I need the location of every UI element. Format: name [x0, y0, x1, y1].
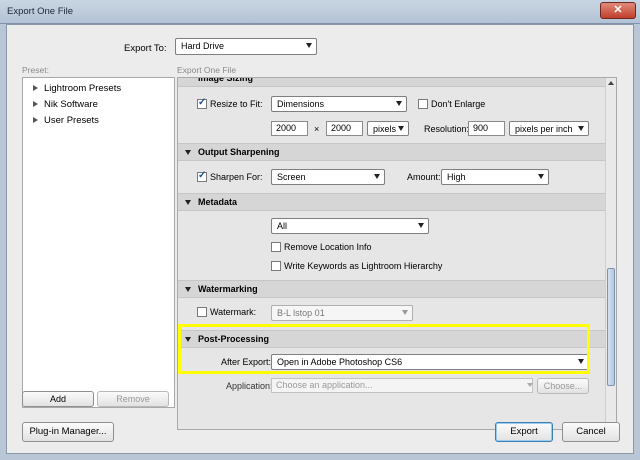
- size-unit-dropdown[interactable]: pixels: [367, 121, 409, 136]
- preset-folder-label: Nik Software: [44, 99, 98, 110]
- watermark-label: Watermark:: [210, 307, 257, 317]
- section-title: Metadata: [198, 197, 238, 207]
- export-settings-panel[interactable]: Image Sizing Resize to Fit: Dimensions D…: [177, 77, 617, 430]
- section-title: Image Sizing: [198, 77, 254, 83]
- export-to-value: Hard Drive: [181, 41, 225, 51]
- watermark-value: B-L lstop 01: [277, 308, 325, 318]
- cancel-button[interactable]: Cancel: [562, 422, 620, 442]
- application-label: Application:: [226, 381, 273, 391]
- preset-list: Lightroom Presets Nik Software User Pres…: [22, 77, 175, 408]
- expand-triangle-icon[interactable]: [33, 117, 38, 123]
- resize-to-fit-label: Resize to Fit:: [210, 99, 263, 109]
- export-button[interactable]: Export: [495, 422, 553, 442]
- preset-folder-user[interactable]: User Presets: [33, 115, 99, 126]
- choose-application-button[interactable]: Choose...: [537, 378, 589, 394]
- chevron-down-icon: [527, 383, 533, 387]
- sharpen-for-value: Screen: [277, 172, 306, 182]
- remove-preset-button[interactable]: Remove: [97, 391, 169, 407]
- width-input[interactable]: 2000: [271, 121, 308, 136]
- section-header-output-sharpening[interactable]: Output Sharpening: [178, 143, 606, 161]
- preset-folder-label: Lightroom Presets: [44, 83, 122, 94]
- resize-mode-value: Dimensions: [277, 99, 325, 109]
- sharpen-for-checkbox[interactable]: [197, 170, 207, 182]
- height-input[interactable]: 2000: [326, 121, 363, 136]
- resolution-unit-value: pixels per inch: [515, 124, 573, 134]
- metadata-include-value: All: [277, 221, 288, 231]
- dont-enlarge-label: Don't Enlarge: [431, 99, 486, 109]
- section-title: Output Sharpening: [198, 147, 280, 157]
- chevron-down-icon: [538, 174, 544, 179]
- write-keywords-label: Write Keywords as Lightroom Hierarchy: [284, 261, 443, 271]
- resize-to-fit-checkbox[interactable]: [197, 97, 207, 109]
- plugin-manager-button[interactable]: Plug-in Manager...: [22, 422, 114, 442]
- title-bar: Export One File ✕: [0, 0, 640, 24]
- chevron-down-icon: [578, 126, 584, 131]
- close-icon[interactable]: ✕: [613, 4, 622, 16]
- amount-dropdown[interactable]: High: [441, 169, 549, 185]
- collapse-triangle-icon[interactable]: [185, 287, 191, 292]
- resolution-input[interactable]: 900: [468, 121, 505, 136]
- write-keywords-checkbox[interactable]: [271, 261, 281, 271]
- sharpen-for-dropdown[interactable]: Screen: [271, 169, 385, 185]
- expand-triangle-icon[interactable]: [33, 101, 38, 107]
- preset-folder-nik[interactable]: Nik Software: [33, 99, 98, 110]
- section-header-metadata[interactable]: Metadata: [178, 193, 606, 211]
- chevron-down-icon: [402, 310, 408, 315]
- preset-folder-lightroom[interactable]: Lightroom Presets: [33, 83, 121, 94]
- watermark-dropdown[interactable]: B-L lstop 01: [271, 305, 413, 321]
- sharpen-for-label: Sharpen For:: [210, 172, 263, 182]
- resolution-label: Resolution:: [424, 124, 470, 134]
- resolution-unit-dropdown[interactable]: pixels per inch: [509, 121, 589, 136]
- amount-label: Amount:: [407, 172, 441, 182]
- panel-caption: Export One File: [177, 65, 237, 75]
- window-title: Export One File: [7, 6, 73, 17]
- section-header-watermarking[interactable]: Watermarking: [178, 280, 606, 298]
- highlight-box: [178, 324, 590, 374]
- chevron-down-icon: [374, 174, 380, 179]
- application-input[interactable]: Choose an application...: [271, 378, 533, 393]
- window-frame: Export To: Hard Drive Preset: Export One…: [0, 24, 640, 460]
- expand-triangle-icon[interactable]: [33, 85, 38, 91]
- watermark-checkbox[interactable]: [197, 307, 207, 317]
- chevron-down-icon: [396, 101, 402, 106]
- metadata-include-dropdown[interactable]: All: [271, 218, 429, 234]
- chevron-down-icon: [398, 126, 404, 131]
- chevron-down-icon: [418, 223, 424, 228]
- scroll-thumb[interactable]: [607, 268, 615, 386]
- size-unit-value: pixels: [373, 124, 397, 134]
- amount-value: High: [447, 172, 466, 182]
- collapse-triangle-icon[interactable]: [185, 200, 191, 205]
- vertical-scrollbar[interactable]: [605, 78, 616, 429]
- section-title: Watermarking: [198, 284, 258, 294]
- export-to-dropdown[interactable]: Hard Drive: [175, 38, 317, 55]
- dont-enlarge-checkbox[interactable]: [418, 99, 428, 109]
- scroll-up-icon[interactable]: [608, 81, 614, 85]
- preset-caption: Preset:: [22, 65, 49, 75]
- preset-folder-label: User Presets: [44, 115, 99, 126]
- times-symbol: ×: [314, 124, 320, 134]
- remove-location-checkbox[interactable]: [271, 242, 281, 252]
- close-window-button[interactable]: ✕: [600, 2, 636, 19]
- export-to-label: Export To:: [124, 43, 167, 54]
- resize-mode-dropdown[interactable]: Dimensions: [271, 96, 407, 112]
- section-header-image-sizing[interactable]: Image Sizing: [178, 77, 606, 87]
- chevron-down-icon: [306, 43, 312, 48]
- export-dialog: Export To: Hard Drive Preset: Export One…: [6, 24, 634, 454]
- collapse-triangle-icon[interactable]: [185, 150, 191, 155]
- add-preset-button[interactable]: Add: [22, 391, 94, 407]
- remove-location-label: Remove Location Info: [284, 242, 372, 252]
